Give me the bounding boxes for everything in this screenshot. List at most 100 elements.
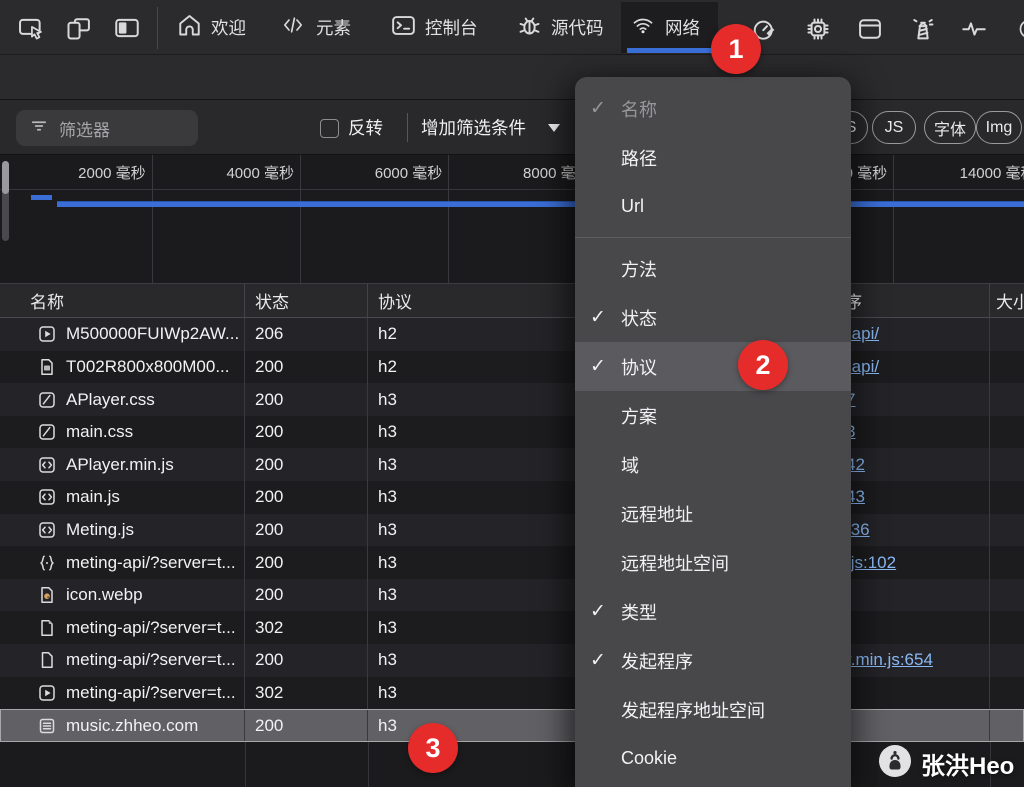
menu-item-label: 远程地址空间 (621, 550, 729, 576)
type-pill-js[interactable]: JS (872, 111, 916, 144)
check-icon: ✓ (575, 649, 621, 672)
column-header-name[interactable]: 名称 (0, 284, 245, 317)
tab-home[interactable]: 欢迎 (176, 0, 246, 55)
tab-code[interactable]: 元素 (278, 0, 351, 55)
menu-item-label: 方法 (621, 256, 657, 282)
request-name: M500000FUIWp2AW... (66, 324, 239, 344)
column-header-status[interactable]: 状态 (245, 284, 368, 317)
menu-item[interactable]: 方案 (575, 391, 851, 440)
chip-icon[interactable] (803, 15, 833, 43)
menu-item[interactable]: 远程地址 (575, 489, 851, 538)
filter-placeholder: 筛选器 (59, 116, 110, 141)
menu-item[interactable]: ✓状态 (575, 293, 851, 342)
type-pill-字体[interactable]: 字体 (924, 111, 976, 144)
watermark: 张洪Heo (878, 744, 1014, 783)
column-header-size[interactable]: 大小 (990, 284, 1024, 317)
initiator-link[interactable]: r.min.js:654 (846, 650, 933, 670)
table-row[interactable]: icon.webp200h3 (0, 579, 1024, 612)
doc-file-icon (38, 651, 56, 669)
wifi-icon (629, 13, 657, 42)
cell-name: meting-api/?server=t... (0, 546, 245, 579)
annotation-badge-2: 2 (738, 340, 788, 390)
tab-label: 源代码 (551, 15, 604, 40)
request-name: meting-api/?server=t... (66, 650, 236, 670)
inspect-element-icon[interactable] (15, 13, 47, 43)
menu-item-label: Cookie (621, 748, 677, 769)
tab-wifi[interactable]: 网络 (629, 0, 700, 55)
table-row[interactable]: music.zhheo.com200h3 (0, 709, 1024, 742)
cell-name: main.css (0, 416, 245, 449)
request-name: APlayer.min.js (66, 455, 174, 475)
dock-panel-icon[interactable] (111, 13, 143, 43)
bug-icon (516, 12, 543, 44)
menu-item-label: 域 (621, 452, 639, 478)
initiator-link[interactable]: .js:102 (846, 553, 896, 573)
menu-item[interactable]: 远程地址空间 (575, 538, 851, 587)
request-name: music.zhheo.com (66, 716, 198, 736)
timeline-tick-label: 8000 毫秒 (451, 162, 591, 183)
timeline-tick-label: 4000 毫秒 (154, 162, 294, 183)
context-menu-items: ✓名称路径Url方法✓状态✓协议方案域远程地址远程地址空间✓类型✓发起程序发起程… (575, 84, 851, 783)
table-row[interactable]: T002R800x800M00...200h2-api/ (0, 351, 1024, 384)
request-name: main.js (66, 487, 120, 507)
cell-name: M500000FUIWp2AW... (0, 318, 245, 351)
add-filter-button[interactable]: 增加筛选条件 (421, 100, 526, 155)
table-row[interactable]: Meting.js200h3:36 (0, 514, 1024, 547)
table-row[interactable]: M500000FUIWp2AW...206h2-api/ (0, 318, 1024, 351)
check-icon: ✓ (575, 600, 621, 623)
menu-item[interactable]: 方法 (575, 244, 851, 293)
table-row[interactable]: meting-api/?server=t...302h3 (0, 611, 1024, 644)
webp-file-icon (38, 586, 56, 604)
css-file-icon (38, 391, 56, 409)
menu-item[interactable]: Cookie (575, 734, 851, 783)
table-row[interactable]: meting-api/?server=t...302h3 (0, 677, 1024, 710)
cell-size (990, 514, 1024, 547)
menu-item[interactable]: ✓类型 (575, 587, 851, 636)
timeline-overview[interactable]: 2000 毫秒4000 毫秒6000 毫秒8000 毫秒10000 毫秒1200… (0, 155, 1024, 283)
request-name: meting-api/?server=t... (66, 553, 236, 573)
menu-item[interactable]: ✓发起程序 (575, 636, 851, 685)
lighthouse-icon[interactable] (908, 15, 938, 43)
request-name: T002R800x800M00... (66, 357, 230, 377)
menu-item[interactable]: Url (575, 182, 851, 231)
menu-item[interactable]: 发起程序地址空间 (575, 685, 851, 734)
cell-status: 200 (245, 709, 368, 742)
check-icon: ✓ (575, 355, 621, 378)
tab-console[interactable]: 控制台 (390, 0, 478, 55)
cell-name: APlayer.css (0, 383, 245, 416)
table-row[interactable]: main.css200h33 (0, 416, 1024, 449)
js-file-icon (38, 521, 56, 539)
device-emulation-icon[interactable] (63, 13, 95, 43)
cell-status: 200 (245, 351, 368, 384)
menu-item[interactable]: ✓协议 (575, 342, 851, 391)
tab-bug[interactable]: 源代码 (516, 0, 604, 55)
timeline-gridline (893, 155, 894, 283)
menu-item[interactable]: 域 (575, 440, 851, 489)
invert-checkbox[interactable] (320, 119, 339, 138)
cell-size (990, 383, 1024, 416)
pulse-icon[interactable] (959, 15, 989, 43)
cell-name: icon.webp (0, 579, 245, 612)
menu-item-label: 远程地址 (621, 501, 693, 527)
partialc-icon[interactable] (1006, 15, 1024, 43)
table-row[interactable]: meting-api/?server=t...200h3.js:102 (0, 546, 1024, 579)
cell-size (990, 448, 1024, 481)
table-row[interactable]: APlayer.css200h37 (0, 383, 1024, 416)
main-toolbar: 欢迎元素控制台 源代码网络 (0, 0, 1024, 55)
timeline-gridline (448, 155, 449, 283)
column-context-menu: ✓名称路径Url方法✓状态✓协议方案域远程地址远程地址空间✓类型✓发起程序发起程… (575, 77, 851, 787)
waterfall-bar-small (31, 195, 52, 200)
menu-item[interactable]: 路径 (575, 133, 851, 182)
cell-size (990, 677, 1024, 710)
appwindow-icon[interactable] (855, 15, 885, 43)
table-row[interactable]: APlayer.min.js200h342 (0, 448, 1024, 481)
menu-item-label: 发起程序 (621, 648, 693, 674)
filter-input[interactable]: 筛选器 (16, 110, 198, 146)
timeline-scrollbar-handle[interactable] (2, 161, 9, 194)
table-empty-area (0, 742, 1024, 787)
type-pill-img[interactable]: Img (976, 111, 1022, 144)
table-row[interactable]: meting-api/?server=t...200h3r.min.js:654 (0, 644, 1024, 677)
cell-name: main.js (0, 481, 245, 514)
timeline-gridline (300, 155, 301, 283)
table-row[interactable]: main.js200h343 (0, 481, 1024, 514)
